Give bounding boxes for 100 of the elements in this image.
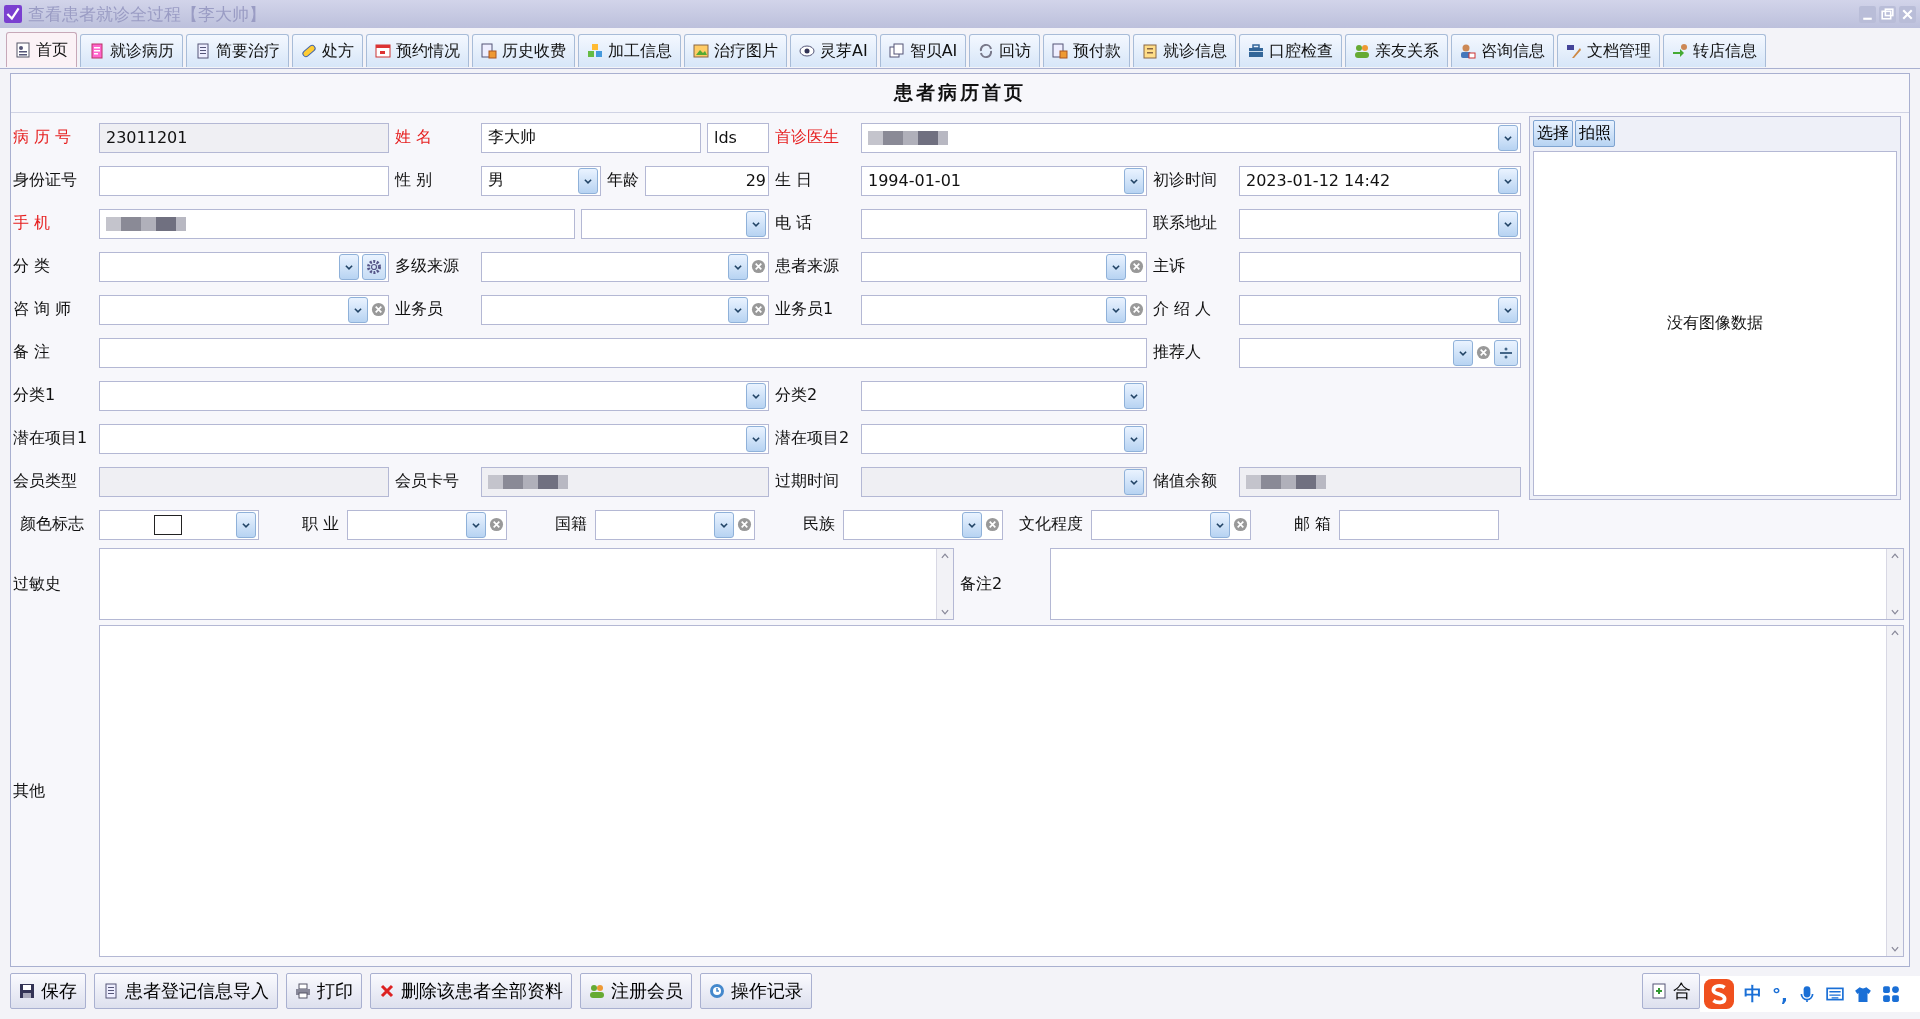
dropdown-field[interactable] — [861, 122, 1521, 153]
dropdown-field[interactable] — [595, 509, 755, 540]
keyboard-icon[interactable] — [1825, 985, 1844, 1003]
tab[interactable]: 预约情况 — [366, 34, 469, 67]
dropdown-button[interactable] — [1210, 511, 1230, 538]
input-field[interactable] — [861, 208, 1147, 239]
clear-icon[interactable] — [1129, 259, 1144, 274]
tab[interactable]: 亲友关系 — [1345, 34, 1449, 67]
add-button[interactable] — [1494, 339, 1518, 366]
dropdown-button[interactable] — [746, 425, 766, 452]
clear-icon[interactable] — [1476, 345, 1491, 360]
dropdown-field[interactable] — [861, 294, 1147, 325]
photo-button[interactable]: 选择 — [1533, 120, 1573, 147]
input-field[interactable]: lds — [707, 122, 769, 153]
dropdown-field[interactable]: 男 — [481, 165, 601, 196]
tab[interactable]: 处方 — [292, 34, 363, 67]
tab[interactable]: 简要治疗 — [186, 34, 289, 67]
dropdown-button[interactable] — [1124, 425, 1144, 452]
toolbar-button[interactable]: 操作记录 — [700, 973, 812, 1009]
tab[interactable]: 加工信息 — [578, 34, 681, 67]
dropdown-button[interactable] — [1498, 296, 1518, 323]
dropdown-button[interactable] — [1453, 339, 1473, 366]
toolbar-button[interactable]: 注册会员 — [580, 973, 692, 1009]
tab[interactable]: 文档管理 — [1557, 34, 1661, 67]
dropdown-field[interactable] — [481, 294, 769, 325]
tab[interactable]: 就诊信息 — [1133, 34, 1237, 67]
dropdown-field[interactable] — [1239, 337, 1521, 368]
dropdown-button[interactable] — [1106, 296, 1126, 323]
dropdown-button[interactable] — [1124, 167, 1144, 194]
dropdown-field[interactable] — [99, 294, 389, 325]
scrollbar[interactable] — [1886, 626, 1903, 956]
input-field[interactable] — [99, 165, 389, 196]
dropdown-button[interactable] — [962, 511, 982, 538]
dropdown-button[interactable] — [348, 296, 368, 323]
toolbar-button[interactable]: 删除该患者全部资料 — [370, 973, 572, 1009]
dropdown-field[interactable] — [1091, 509, 1251, 540]
scrollbar[interactable] — [936, 549, 953, 619]
dropdown-button[interactable] — [1498, 210, 1518, 237]
grid-icon[interactable] — [1881, 985, 1900, 1003]
close-button[interactable] — [1899, 5, 1916, 23]
tab[interactable]: 治疗图片 — [684, 34, 787, 67]
dropdown-button[interactable] — [714, 511, 734, 538]
tab[interactable]: 就诊病历 — [80, 34, 183, 67]
scrollbar[interactable] — [1886, 549, 1903, 619]
dropdown-field[interactable] — [861, 380, 1147, 411]
minimize-button[interactable] — [1859, 5, 1876, 23]
input-field[interactable]: 29 — [645, 165, 769, 196]
shirt-icon[interactable] — [1853, 985, 1872, 1003]
color-select[interactable] — [99, 509, 259, 540]
clear-icon[interactable] — [371, 302, 386, 317]
text-area[interactable] — [99, 548, 954, 620]
dropdown-button[interactable] — [339, 253, 359, 280]
dropdown-button[interactable] — [1124, 382, 1144, 409]
dropdown-button[interactable] — [1498, 167, 1518, 194]
tab[interactable]: 智贝AI — [879, 34, 967, 67]
dropdown-field[interactable] — [861, 251, 1147, 282]
tab[interactable]: 回访 — [969, 34, 1041, 67]
dropdown-button[interactable] — [236, 511, 256, 538]
clear-icon[interactable] — [751, 259, 766, 274]
dropdown-field[interactable] — [347, 509, 507, 540]
dropdown-field[interactable] — [1239, 208, 1521, 239]
dropdown-field[interactable] — [99, 251, 389, 282]
dropdown-button[interactable] — [466, 511, 486, 538]
dropdown-button[interactable] — [728, 296, 748, 323]
dropdown-field[interactable] — [99, 423, 769, 454]
dropdown-button[interactable] — [578, 167, 598, 194]
settings-button[interactable] — [362, 253, 386, 280]
dropdown-button[interactable] — [1498, 124, 1518, 151]
tab[interactable]: 灵芽AI — [790, 34, 877, 67]
clear-icon[interactable] — [751, 302, 766, 317]
dropdown-button[interactable] — [1106, 253, 1126, 280]
clear-icon[interactable] — [1233, 517, 1248, 532]
dropdown-field[interactable]: 1994-01-01 — [861, 165, 1147, 196]
tab[interactable]: 口腔检查 — [1239, 34, 1343, 67]
input-field[interactable] — [1239, 251, 1521, 282]
dropdown-button[interactable] — [746, 210, 766, 237]
photo-button[interactable]: 拍照 — [1575, 120, 1615, 147]
tab[interactable]: 预付款 — [1043, 34, 1131, 67]
toolbar-button[interactable]: 保存 — [10, 973, 86, 1009]
dropdown-field[interactable] — [481, 251, 769, 282]
clear-icon[interactable] — [985, 517, 1000, 532]
clear-icon[interactable] — [489, 517, 504, 532]
input-field[interactable] — [99, 208, 575, 239]
toolbar-button[interactable]: 合 — [1642, 973, 1700, 1009]
input-field[interactable] — [1339, 509, 1499, 540]
dropdown-field[interactable] — [1239, 294, 1521, 325]
dropdown-button[interactable] — [728, 253, 748, 280]
input-field[interactable]: 李大帅 — [481, 122, 701, 153]
text-area[interactable] — [1050, 548, 1904, 620]
restore-button[interactable] — [1879, 5, 1896, 23]
dropdown-field[interactable] — [99, 380, 769, 411]
dropdown-field[interactable]: 2023-01-12 14:42 — [1239, 165, 1521, 196]
tab[interactable]: 首页 — [6, 32, 77, 67]
tab[interactable]: 咨询信息 — [1451, 34, 1555, 67]
tab[interactable]: 转店信息 — [1663, 34, 1767, 67]
input-mode-toggle[interactable]: 中 — [1744, 982, 1762, 1006]
clear-icon[interactable] — [1129, 302, 1144, 317]
input-field[interactable] — [99, 337, 1147, 368]
dropdown-field[interactable] — [581, 208, 769, 239]
dropdown-field[interactable] — [861, 423, 1147, 454]
